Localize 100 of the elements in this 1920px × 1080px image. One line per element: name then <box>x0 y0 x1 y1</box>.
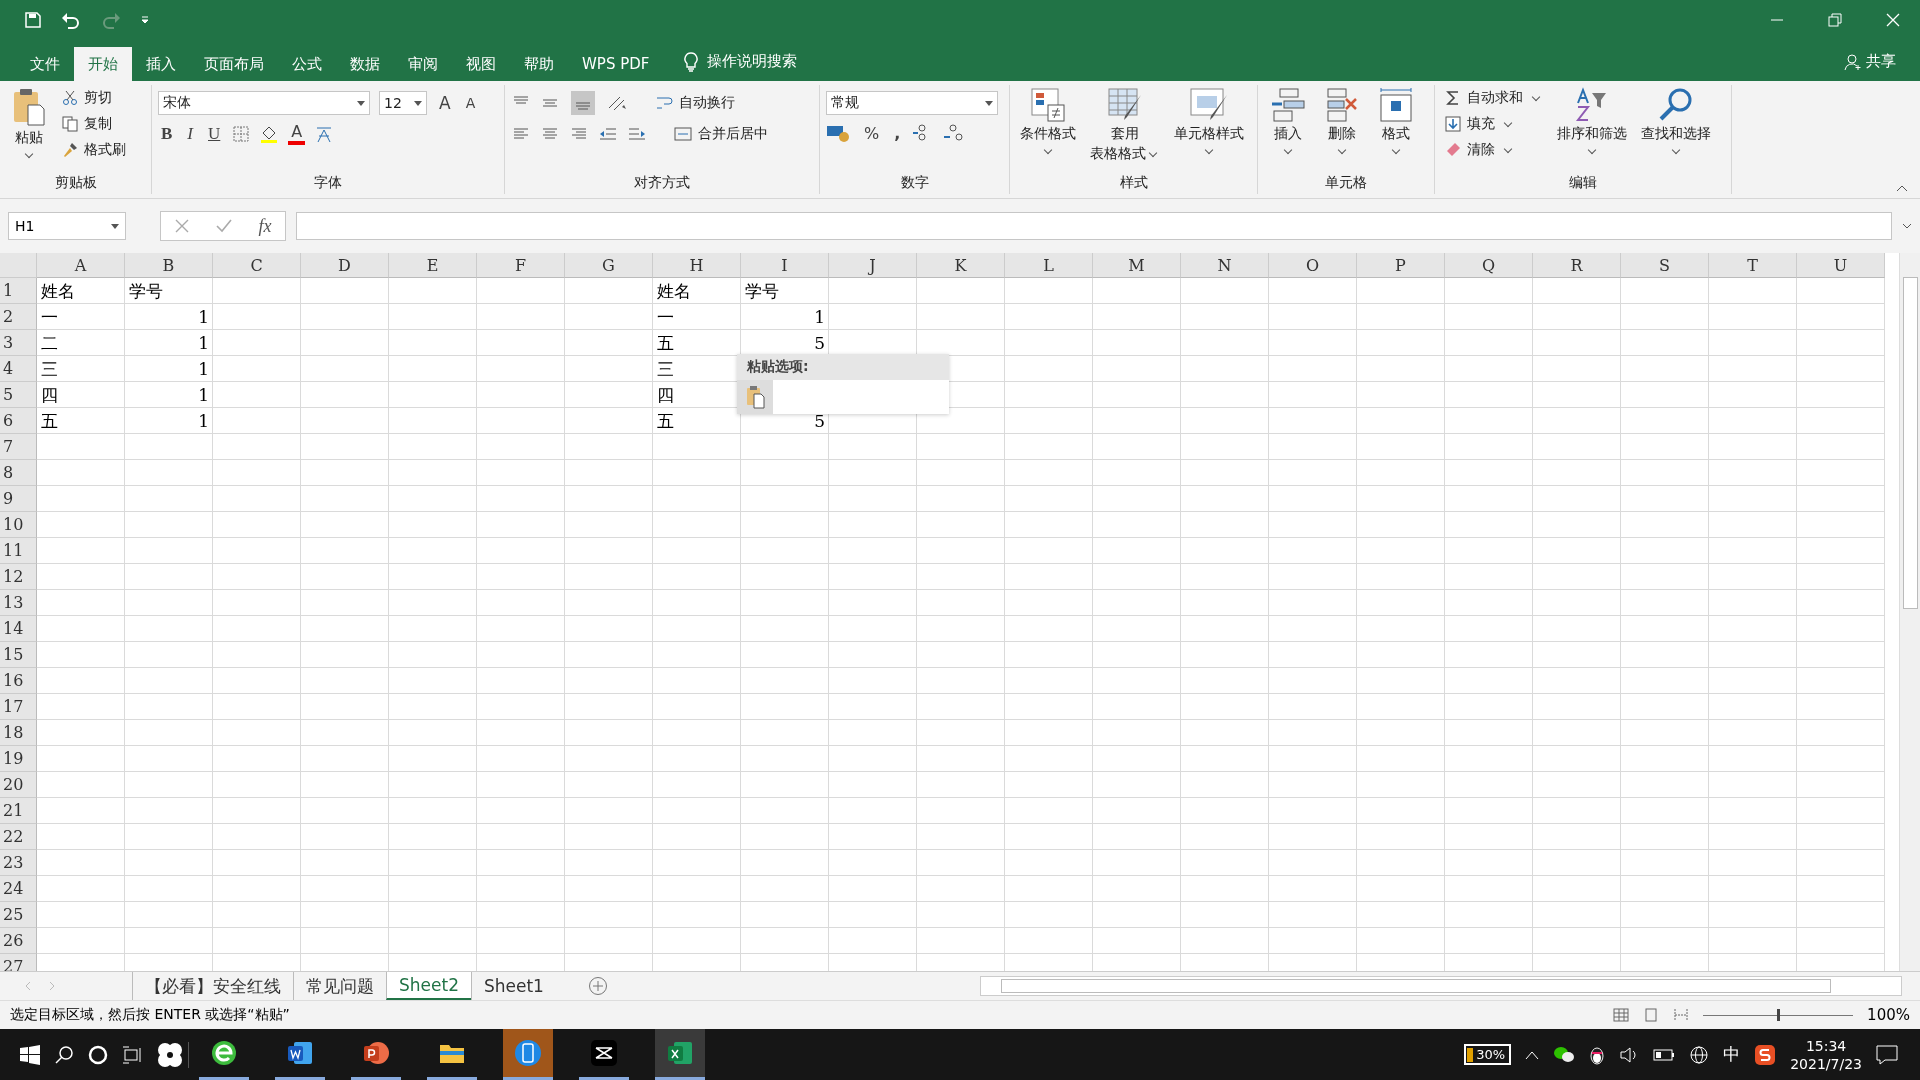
ribbon-tab[interactable]: 页面布局 <box>190 47 278 81</box>
row-header[interactable]: 21 <box>0 798 37 824</box>
spreadsheet-app[interactable] <box>655 1029 705 1080</box>
column-header[interactable]: M <box>1093 253 1181 278</box>
row-header[interactable]: 17 <box>0 694 37 720</box>
column-header[interactable]: N <box>1181 253 1269 278</box>
undo-icon[interactable] <box>60 11 82 29</box>
customize-caret-icon[interactable] <box>140 15 150 25</box>
normal-view-icon[interactable] <box>1613 1008 1630 1022</box>
column-header[interactable]: S <box>1621 253 1709 278</box>
format-painter-button[interactable]: 格式刷 <box>58 139 130 161</box>
row-header[interactable]: 7 <box>0 434 37 460</box>
row-header[interactable]: 26 <box>0 928 37 954</box>
font-size-dropdown[interactable]: 12 <box>379 91 427 115</box>
add-sheet-icon[interactable] <box>587 976 608 996</box>
penguin-icon[interactable] <box>1589 1044 1606 1065</box>
row-header[interactable]: 4 <box>0 356 37 382</box>
name-box[interactable]: H1 <box>8 212 126 240</box>
merge-center-button[interactable]: 合并后居中 <box>670 123 772 145</box>
format-as-table-button[interactable]: 套用 表格格式 <box>1086 85 1164 165</box>
delete-cells-button[interactable]: 删除 <box>1318 85 1366 159</box>
clipboard-icon[interactable] <box>737 380 773 414</box>
row-header[interactable]: 1 <box>0 278 37 304</box>
column-header[interactable]: C <box>213 253 301 278</box>
row-header[interactable]: 23 <box>0 850 37 876</box>
format-cells-button[interactable]: 格式 <box>1372 85 1420 159</box>
border-icon[interactable] <box>232 125 251 143</box>
italic-button[interactable]: I <box>184 124 196 144</box>
fill-button[interactable]: 填充 <box>1441 113 1547 135</box>
row-header[interactable]: 24 <box>0 876 37 902</box>
ribbon-tab[interactable]: 开始 <box>74 47 132 81</box>
circle-icon[interactable] <box>88 1044 108 1065</box>
tell-me-search[interactable]: 操作说明搜索 <box>707 52 798 71</box>
formula-input[interactable] <box>296 212 1892 240</box>
row-header[interactable]: 5 <box>0 382 37 408</box>
clock-date[interactable]: 2021/7/23 <box>1790 1055 1862 1072</box>
column-header[interactable]: U <box>1797 253 1885 278</box>
ribbon-tab[interactable]: 审阅 <box>394 47 452 81</box>
clock-time[interactable]: 15:34 <box>1805 1037 1847 1054</box>
insert-cells-button[interactable]: 插入 <box>1264 85 1312 159</box>
phone-app[interactable] <box>503 1029 553 1080</box>
ribbon-tab[interactable]: 插入 <box>132 47 190 81</box>
sheet-tab[interactable]: Sheet1 <box>470 972 556 1000</box>
row-header[interactable]: 3 <box>0 330 37 356</box>
column-header[interactable]: E <box>389 253 477 278</box>
column-header[interactable]: P <box>1357 253 1445 278</box>
column-header[interactable]: I <box>741 253 829 278</box>
column-header[interactable]: K <box>917 253 1005 278</box>
chevron-up-icon[interactable] <box>1525 1049 1540 1060</box>
expand-caret-icon[interactable] <box>1902 222 1912 230</box>
sort-filter-button[interactable]: 排序和筛选 <box>1553 85 1631 159</box>
grow-font-button[interactable]: A <box>436 93 454 113</box>
chat-bubbles-icon[interactable] <box>1553 1045 1576 1064</box>
row-header[interactable]: 16 <box>0 668 37 694</box>
horizontal-scrollbar[interactable] <box>980 976 1902 996</box>
ribbon-tab[interactable]: WPS PDF <box>568 47 664 81</box>
close-icon[interactable] <box>1886 13 1900 27</box>
column-header[interactable]: D <box>301 253 389 278</box>
decrease-decimal-icon[interactable] <box>943 123 966 143</box>
column-header[interactable]: B <box>125 253 213 278</box>
column-header[interactable]: A <box>37 253 125 278</box>
column-header[interactable]: F <box>477 253 565 278</box>
ribbon-tab[interactable]: 文件 <box>16 47 74 81</box>
column-header[interactable]: G <box>565 253 653 278</box>
cell-styles-button[interactable]: 单元格样式 <box>1170 85 1248 159</box>
find-select-button[interactable]: 查找和选择 <box>1637 85 1715 159</box>
column-header[interactable]: O <box>1269 253 1357 278</box>
underline-button[interactable]: U <box>205 124 224 144</box>
save-icon[interactable] <box>24 11 42 29</box>
bold-button[interactable]: B <box>158 124 176 144</box>
zoom-slider-thumb[interactable] <box>1777 1009 1781 1021</box>
zoom-level[interactable]: 100% <box>1867 1006 1910 1024</box>
row-header[interactable]: 15 <box>0 642 37 668</box>
check-icon[interactable] <box>215 219 232 233</box>
ribbon-tab[interactable]: 视图 <box>452 47 510 81</box>
fill-color-icon[interactable] <box>259 124 280 144</box>
battery-icon[interactable] <box>1653 1048 1676 1061</box>
conditional-formatting-button[interactable]: 条件格式 <box>1016 85 1080 159</box>
number-format-dropdown[interactable]: 常规 <box>826 91 998 115</box>
column-header[interactable]: T <box>1709 253 1797 278</box>
ribbon-tab[interactable]: 公式 <box>278 47 336 81</box>
comma-button[interactable]: , <box>891 123 904 143</box>
sheet-tab[interactable]: Sheet2 <box>386 972 471 1000</box>
row-header[interactable]: 2 <box>0 304 37 330</box>
font-name-dropdown[interactable]: 宋体 <box>158 91 370 115</box>
cut-button[interactable]: 剪切 <box>58 87 130 109</box>
clear-button[interactable]: 清除 <box>1441 139 1547 161</box>
row-header[interactable]: 10 <box>0 512 37 538</box>
row-header[interactable]: 6 <box>0 408 37 434</box>
row-header[interactable]: 11 <box>0 538 37 564</box>
collapse-ribbon-icon[interactable] <box>1896 184 1908 192</box>
pinwheel-icon[interactable] <box>156 1040 184 1069</box>
autosum-button[interactable]: 自动求和 <box>1441 87 1547 109</box>
notification-icon[interactable] <box>1876 1044 1898 1065</box>
ribbon-tab[interactable]: 帮助 <box>510 47 568 81</box>
battery-indicator[interactable]: 30% <box>1464 1044 1512 1065</box>
row-header[interactable]: 14 <box>0 616 37 642</box>
insert-function-button[interactable]: fx <box>258 215 272 237</box>
restore-icon[interactable] <box>1828 13 1842 27</box>
row-header[interactable]: 9 <box>0 486 37 512</box>
